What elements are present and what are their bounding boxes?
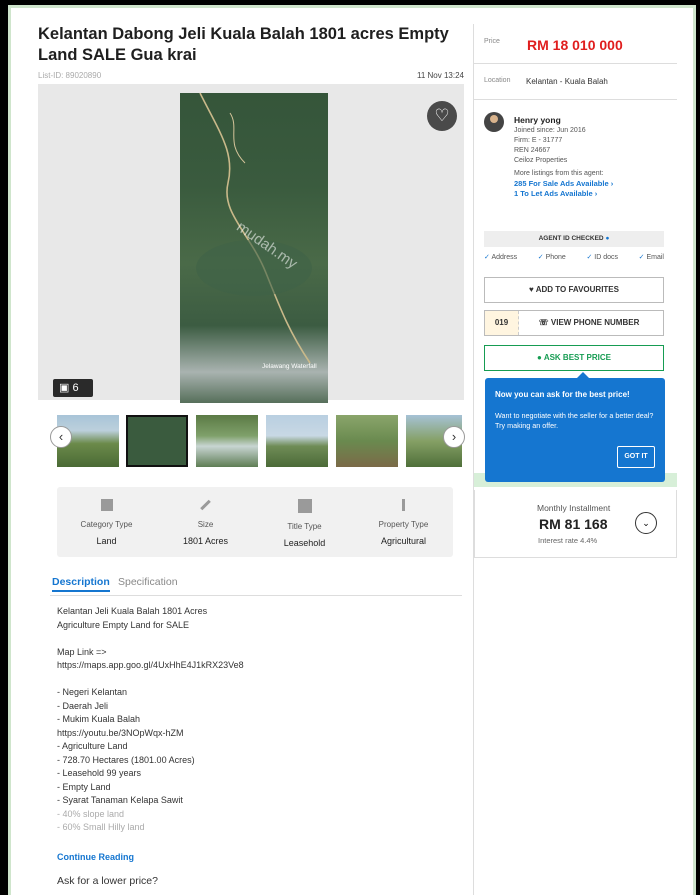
agent-id-checked-badge: AGENT ID CHECKED ●: [484, 231, 664, 247]
next-arrow-icon[interactable]: ›: [443, 426, 465, 448]
tooltip-title: Now you can ask for the best price!: [495, 390, 630, 399]
tooltip-body: Want to negotiate with the seller for a …: [495, 411, 654, 430]
ask-label: ASK BEST PRICE: [543, 353, 611, 362]
gallery-icon: ▣: [59, 382, 73, 394]
prop-title-type: Title Type Leasehold: [255, 487, 354, 548]
for-sale-link[interactable]: 285 For Sale Ads Available ›: [514, 179, 613, 189]
price-row: Price RM 18 010 000: [474, 24, 677, 64]
location-label: Location: [484, 77, 511, 84]
favorite-heart-icon[interactable]: ♡: [427, 101, 457, 131]
prop-property-type: Property Type Agricultural: [354, 487, 453, 546]
best-price-tooltip: Now you can ask for the best price! Want…: [485, 372, 665, 482]
thumbnail-strip: [55, 415, 462, 467]
desc-line: https://maps.app.goo.gl/4UxHhE4J1kRX23Ve…: [57, 660, 244, 670]
prop-label: Category Type: [80, 520, 133, 529]
prop-size: Size 1801 Acres: [156, 487, 255, 546]
listing-title: Kelantan Dabong Jeli Kuala Balah 1801 ac…: [38, 25, 449, 64]
installment-label: Monthly Installment: [537, 503, 611, 513]
building-icon: [100, 499, 113, 511]
location-row: Location Kelantan - Kuala Balah: [474, 64, 677, 100]
view-phone-button[interactable]: 019 ☏ VIEW PHONE NUMBER: [484, 310, 664, 336]
desc-line: - Leasehold 99 years: [57, 768, 142, 778]
location-value: Kelantan - Kuala Balah: [526, 77, 608, 86]
agent-company: Ceiloz Properties: [514, 157, 568, 164]
detail-tabs: Description Specification: [50, 574, 462, 596]
desc-line: - Mukim Kuala Balah: [57, 714, 141, 724]
check-item: Email: [639, 253, 664, 261]
prop-value: Land: [96, 536, 117, 546]
check-item: Address: [484, 253, 517, 261]
tooltip-arrow: [577, 372, 589, 378]
agent-info: Henry yong Joined since: Jun 2016 Firm: …: [514, 114, 613, 199]
heart-icon: ♥: [529, 285, 536, 294]
verified-check-icon: ●: [605, 235, 610, 242]
prop-label: Property Type: [378, 520, 429, 529]
add-to-favourites-button[interactable]: ♥ ADD TO FAVOURITES: [484, 277, 664, 303]
main-photo[interactable]: mudah.my Jelawang Waterfall: [180, 93, 328, 403]
phone-label: VIEW PHONE NUMBER: [550, 318, 640, 327]
prop-label: Title Type: [287, 522, 322, 531]
thumbnail[interactable]: [336, 415, 398, 467]
agent-ren: REN 24667: [514, 147, 551, 154]
check-item: ID docs: [586, 253, 618, 261]
id-checked-label: AGENT ID CHECKED: [538, 235, 604, 242]
phone-icon: ☏: [538, 318, 551, 327]
prop-value: Agricultural: [380, 536, 427, 546]
got-it-button[interactable]: GOT IT: [617, 446, 655, 468]
prop-value: Leasehold: [283, 538, 326, 548]
agent-more-label: More listings from this agent:: [514, 170, 604, 177]
tab-description[interactable]: Description: [52, 574, 110, 592]
phone-prefix: 019: [485, 311, 519, 335]
desc-line: https://youtu.be/3NOpWqx-hZM: [57, 727, 184, 738]
desc-line: - Empty Land: [57, 781, 111, 792]
list-id: List-ID: 89020890: [38, 71, 102, 80]
photo-count-badge[interactable]: ▣ 6: [53, 379, 93, 397]
desc-line: - Syarat Tanaman Kelapa Sawit: [57, 795, 183, 805]
installment-box: Monthly Installment RM 81 168 Interest r…: [474, 490, 677, 558]
agent-joined: Joined since: Jun 2016: [514, 127, 586, 134]
check-item: Phone: [538, 253, 566, 261]
agent-firm: Firm: E - 31777: [514, 137, 563, 144]
posted-time: 11 Nov 13:24: [417, 71, 464, 80]
price-tag-icon: ●: [537, 353, 544, 362]
prop-label: Size: [197, 520, 214, 529]
thumbnail-selected[interactable]: [126, 415, 188, 467]
installment-value: RM 81 168: [539, 516, 608, 532]
interest-rate: Interest rate 4.4%: [538, 536, 598, 545]
ruler-icon: [200, 499, 211, 511]
ask-best-price-button[interactable]: ● ASK BEST PRICE: [484, 345, 664, 371]
desc-line: - 728.70 Hectares (1801.00 Acres): [57, 754, 195, 765]
map-label: Jelawang Waterfall: [262, 363, 317, 370]
price-value: RM 18 010 000: [527, 37, 623, 53]
to-let-link[interactable]: 1 To Let Ads Available ›: [514, 189, 613, 199]
desc-line-faded: - 60% Small Hilly land: [57, 822, 145, 832]
desc-line: Map Link =>: [57, 646, 107, 657]
prev-arrow-icon[interactable]: ‹: [50, 426, 72, 448]
desc-line: Agriculture Empty Land for SALE: [57, 619, 190, 630]
desc-line-faded: - 40% slope land: [57, 808, 125, 819]
desc-line: - Agriculture Land: [57, 741, 128, 751]
thumbnail[interactable]: [196, 415, 258, 467]
desc-line: - Negeri Kelantan: [57, 687, 128, 697]
tab-specification[interactable]: Specification: [118, 574, 178, 590]
agent-name[interactable]: Henry yong: [514, 114, 613, 126]
continue-reading-link[interactable]: Continue Reading: [57, 852, 134, 862]
photo-count: 6: [72, 382, 79, 394]
satellite-map: mudah.my Jelawang Waterfall: [196, 93, 317, 370]
avatar[interactable]: [484, 112, 504, 132]
price-label: Price: [484, 38, 500, 45]
chevron-down-icon[interactable]: ⌄: [635, 512, 657, 534]
property-summary: Category Type Land Size 1801 Acres Title…: [57, 487, 453, 557]
ask-lower-heading: Ask for a lower price?: [57, 875, 158, 887]
description-text: Kelantan Jeli Kuala Balah 1801 Acres Agr…: [57, 605, 457, 835]
desc-line: Kelantan Jeli Kuala Balah 1801 Acres: [57, 606, 208, 616]
thumbnail[interactable]: [266, 415, 328, 467]
verification-list: Address Phone ID docs Email: [484, 253, 664, 261]
document-icon: [297, 499, 312, 513]
prop-category: Category Type Land: [57, 487, 156, 546]
prop-value: 1801 Acres: [182, 536, 229, 546]
fav-label: ADD TO FAVOURITES: [535, 285, 619, 294]
desc-line: - Daerah Jeli: [57, 700, 109, 711]
land-icon: [402, 499, 405, 511]
